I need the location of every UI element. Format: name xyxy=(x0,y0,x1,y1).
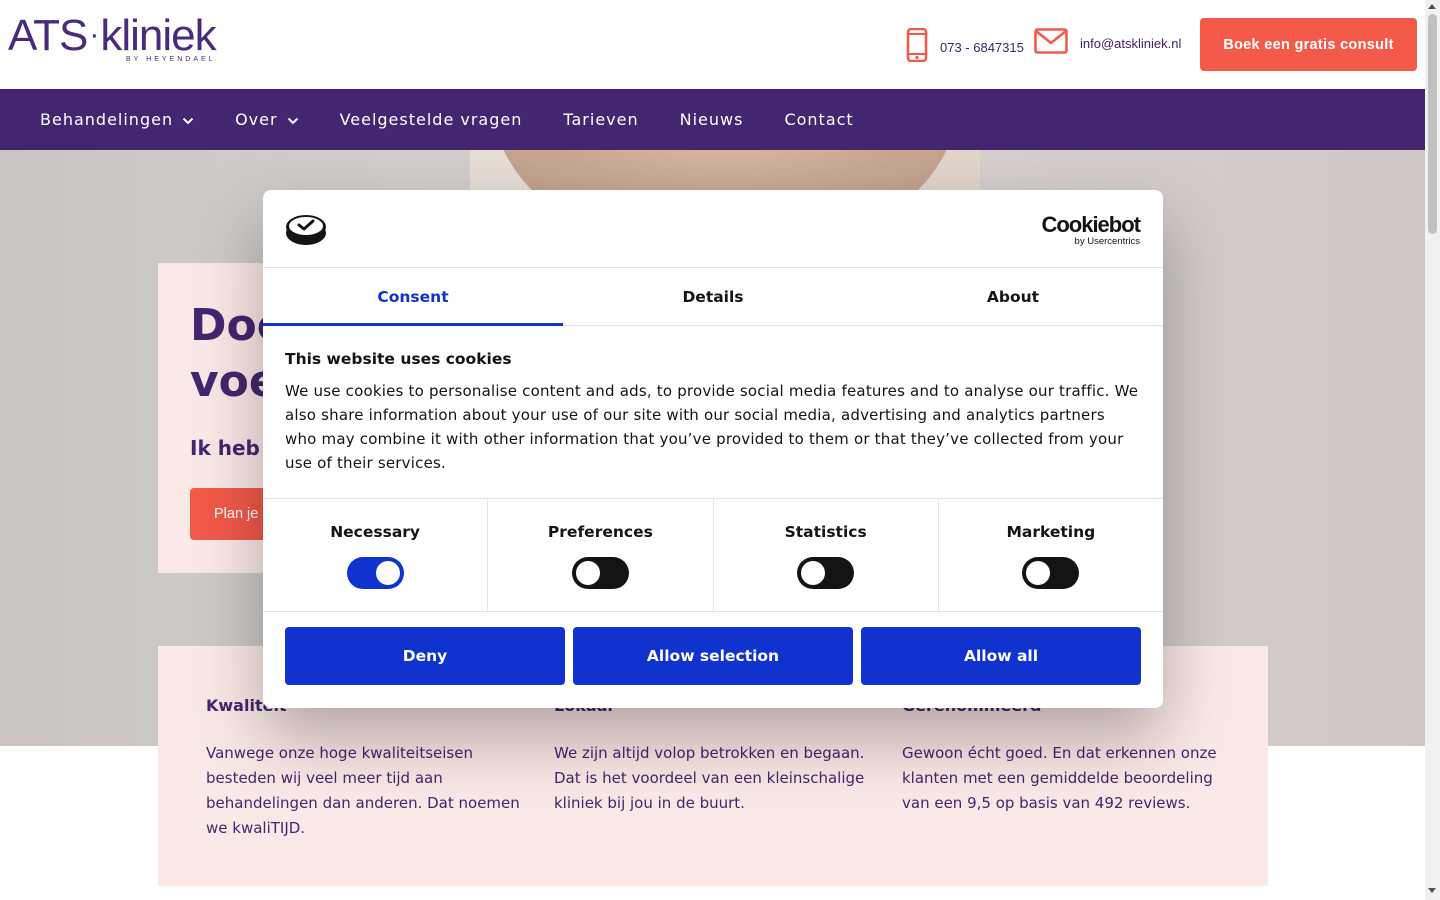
toggle-statistics-cell: Statistics xyxy=(714,499,939,611)
cookie-heading: This website uses cookies xyxy=(285,350,512,368)
cookie-action-buttons: Deny Allow selection Allow all xyxy=(263,612,1163,700)
cookie-consent-dialog: Cookiebot by Usercentrics Consent Detail… xyxy=(263,190,1163,708)
site-logo[interactable]: ATS·kliniek BY HEYENDAEL xyxy=(8,11,217,68)
scroll-up-arrow-icon[interactable] xyxy=(1428,4,1436,9)
feature-quality: Kwaliteit Vanwege onze hoge kwaliteitsei… xyxy=(206,696,526,841)
feature-text: Vanwege onze hoge kwaliteitseisen bested… xyxy=(206,744,520,837)
phone-link[interactable]: 073 - 6847315 xyxy=(906,27,1024,66)
toggle-marketing-cell: Marketing xyxy=(939,499,1163,611)
cookie-icon xyxy=(285,212,327,250)
logo-tagline: BY HEYENDAEL xyxy=(126,56,216,63)
hero-plan-button[interactable]: Plan je xyxy=(190,488,265,540)
cookiebot-name: Cookiebot xyxy=(1041,212,1141,237)
toggle-label: Marketing xyxy=(1006,523,1096,541)
phone-icon xyxy=(906,27,928,66)
feature-text: We zijn altijd volop betrokken en begaan… xyxy=(554,744,865,812)
hero-title-line1: Doe xyxy=(190,300,265,351)
chevron-down-icon xyxy=(287,110,299,129)
logo-dot: · xyxy=(89,18,99,51)
page-scrollbar[interactable] xyxy=(1425,0,1440,900)
allow-selection-button[interactable]: Allow selection xyxy=(573,627,853,685)
necessary-toggle[interactable] xyxy=(346,557,404,589)
phone-number: 073 - 6847315 xyxy=(940,39,1024,55)
tab-consent[interactable]: Consent xyxy=(263,268,563,326)
cookie-dialog-body: This website uses cookies We use cookies… xyxy=(263,326,1163,499)
cookie-description: We use cookies to personalise content an… xyxy=(285,382,1139,472)
feature-text: Gewoon écht goed. En dat erkennen onze k… xyxy=(902,744,1217,812)
cookie-dialog-header: Cookiebot by Usercentrics xyxy=(263,190,1163,268)
nav-item-tarieven[interactable]: Tarieven xyxy=(563,110,638,129)
statistics-toggle[interactable] xyxy=(797,557,855,589)
cookiebot-by: by Usercentrics xyxy=(1074,236,1140,247)
hero-title: Doe voe xyxy=(190,298,265,410)
toggle-knob xyxy=(575,561,600,585)
site-header: ATS·kliniek BY HEYENDAEL 073 - 6847315 i… xyxy=(0,0,1425,89)
chevron-down-icon xyxy=(182,110,194,129)
hero-title-line2: voe xyxy=(190,356,265,407)
toggle-label: Necessary xyxy=(330,523,421,541)
logo-wordmark: ATS·kliniek xyxy=(8,11,217,60)
cookie-tabs: Consent Details About xyxy=(263,268,1163,326)
nav-item-behandelingen[interactable]: Behandelingen xyxy=(40,110,194,129)
marketing-toggle[interactable] xyxy=(1022,557,1080,589)
toggle-label: Statistics xyxy=(784,523,867,541)
hero-subtitle: Ik heb i xyxy=(190,436,265,460)
main-nav: Behandelingen Over Veelgestelde vragen T… xyxy=(0,89,1425,150)
logo-kliniek: kliniek xyxy=(100,11,216,60)
toggle-knob xyxy=(375,561,400,585)
toggle-knob xyxy=(1026,561,1051,585)
toggle-necessary-cell: Necessary xyxy=(263,499,489,611)
nav-item-contact[interactable]: Contact xyxy=(784,110,853,129)
cookie-category-toggles: Necessary Preferences Statistics Marketi… xyxy=(263,499,1163,612)
mail-icon xyxy=(1034,28,1068,58)
tab-details[interactable]: Details xyxy=(563,268,863,325)
feature-local: Lokaal We zijn altijd volop betrokken en… xyxy=(554,696,874,816)
email-link[interactable]: info@atskliniek.nl xyxy=(1034,28,1181,58)
preferences-toggle[interactable] xyxy=(571,557,629,589)
feature-renowned: Gerenommeerd Gewoon écht goed. En dat er… xyxy=(902,696,1222,816)
cookiebot-logo[interactable]: Cookiebot by Usercentrics xyxy=(1041,212,1141,247)
nav-item-over[interactable]: Over xyxy=(235,110,298,129)
email-address: info@atskliniek.nl xyxy=(1080,35,1182,51)
nav-item-nieuws[interactable]: Nieuws xyxy=(680,110,744,129)
scroll-thumb[interactable] xyxy=(1428,14,1437,234)
toggle-preferences-cell: Preferences xyxy=(488,499,714,611)
toggle-label: Preferences xyxy=(547,523,653,541)
tab-about[interactable]: About xyxy=(863,268,1163,325)
scroll-down-arrow-icon[interactable] xyxy=(1428,888,1436,893)
book-consult-button[interactable]: Boek een gratis consult xyxy=(1200,18,1417,71)
allow-all-button[interactable]: Allow all xyxy=(861,627,1141,685)
logo-ats: ATS xyxy=(8,11,88,60)
deny-button[interactable]: Deny xyxy=(285,627,565,685)
nav-item-label: Behandelingen xyxy=(40,110,174,129)
nav-item-label: Over xyxy=(235,110,278,129)
nav-item-faq[interactable]: Veelgestelde vragen xyxy=(340,110,523,129)
toggle-knob xyxy=(801,561,826,585)
